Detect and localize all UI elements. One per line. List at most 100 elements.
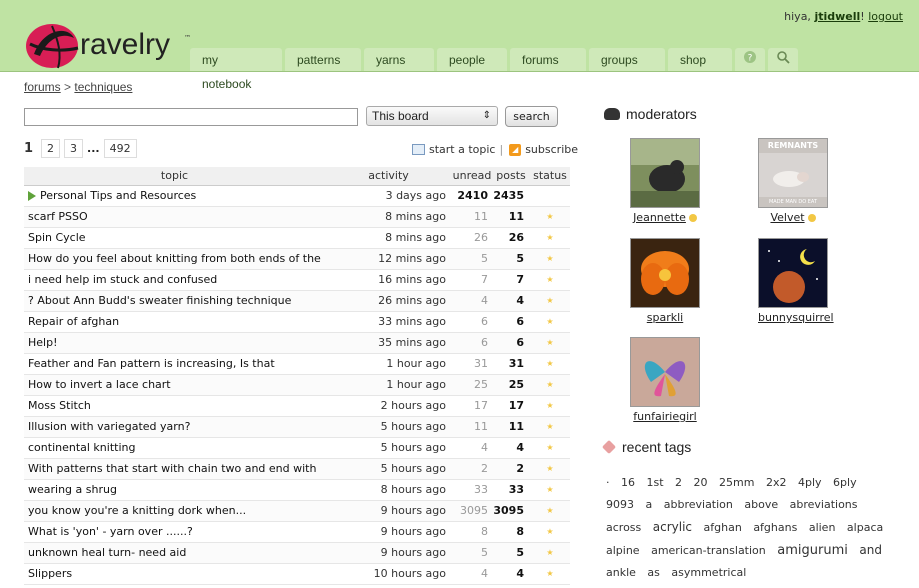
moderator-card[interactable]: funfairiegirl (630, 337, 700, 423)
topic-cell[interactable]: Illusion with variegated yarn? (24, 416, 325, 438)
tag-link[interactable]: afghans (753, 521, 797, 534)
tag-link[interactable]: above (744, 498, 778, 511)
topic-cell[interactable]: Repair of afghan (24, 311, 325, 333)
topic-cell[interactable]: Moss Stitch (24, 395, 325, 417)
tag-link[interactable]: american-translation (651, 544, 766, 557)
col-topic[interactable]: topic (24, 167, 325, 186)
topic-cell[interactable]: Slippers (24, 563, 325, 585)
topic-title-link[interactable]: Slippers (28, 567, 72, 580)
tag-link[interactable]: 25mm (719, 476, 754, 489)
unread-cell[interactable]: 26 (452, 227, 492, 249)
table-row[interactable]: How do you feel about knitting from both… (24, 248, 570, 270)
tab-shop[interactable]: shop (668, 48, 732, 72)
breadcrumb-techniques[interactable]: techniques (74, 80, 132, 94)
avatar[interactable] (630, 138, 700, 208)
help-icon[interactable]: ? (735, 48, 765, 72)
table-row[interactable]: Moss Stitch 2 hours ago 17 17 ★ (24, 395, 570, 417)
page-link[interactable]: 3 (64, 139, 84, 158)
unread-cell[interactable]: 11 (452, 416, 492, 438)
topic-title-link[interactable]: continental knitting (28, 441, 135, 454)
breadcrumb-forums[interactable]: forums (24, 80, 61, 94)
table-row[interactable]: Slippers 10 hours ago 4 4 ★ (24, 563, 570, 585)
unread-cell[interactable]: 4 (452, 290, 492, 312)
tab-my-notebook[interactable]: my notebook (190, 48, 282, 91)
moderator-card[interactable]: Jeannette (630, 138, 700, 224)
tag-link[interactable]: ankle (606, 566, 636, 579)
unread-cell[interactable]: 5 (452, 248, 492, 270)
topic-cell[interactable]: wearing a shrug (24, 479, 325, 501)
unread-cell[interactable]: 4 (452, 437, 492, 459)
topic-title-link[interactable]: ? About Ann Budd's sweater finishing tec… (28, 294, 291, 307)
tab-forums[interactable]: forums (510, 48, 586, 72)
tab-yarns[interactable]: yarns (364, 48, 434, 72)
tag-link[interactable]: alpine (606, 544, 640, 557)
topic-cell[interactable]: With patterns that start with chain two … (24, 458, 325, 480)
moderator-name-text[interactable]: funfairiegirl (633, 410, 696, 423)
table-row[interactable]: Repair of afghan 33 mins ago 6 6 ★ (24, 311, 570, 333)
tag-link[interactable]: alpaca (847, 521, 883, 534)
username-link[interactable]: jtidwell (814, 10, 860, 23)
unread-cell[interactable]: 4 (452, 563, 492, 585)
topic-title-link[interactable]: you know you're a knitting dork when... (28, 504, 246, 517)
topic-title-link[interactable]: Spin Cycle (28, 231, 86, 244)
table-row[interactable]: Spin Cycle 8 mins ago 26 26 ★ (24, 227, 570, 249)
tab-people[interactable]: people (437, 48, 507, 72)
tag-link[interactable]: 16 (621, 476, 635, 489)
search-scope-select[interactable]: This board ⇕ (366, 106, 498, 126)
ravelry-logo[interactable]: ravelry ™ (22, 20, 197, 70)
unread-cell[interactable]: 25 (452, 374, 492, 396)
tag-link[interactable]: 4ply (798, 476, 822, 489)
topic-cell[interactable]: ? About Ann Budd's sweater finishing tec… (24, 290, 325, 312)
topic-cell[interactable]: Help! (24, 332, 325, 354)
topic-cell[interactable]: What is 'yon' - yarn over ......? (24, 521, 325, 543)
unread-cell[interactable]: 6 (452, 311, 492, 333)
unread-cell[interactable]: 7 (452, 269, 492, 291)
table-row[interactable]: scarf PSSO 8 mins ago 11 11 ★ (24, 206, 570, 228)
topic-title-link[interactable]: Help! (28, 336, 58, 349)
topic-cell[interactable]: Feather and Fan pattern is increasing, I… (24, 353, 325, 375)
table-row[interactable]: wearing a shrug 8 hours ago 33 33 ★ (24, 479, 570, 501)
topic-title-link[interactable]: unknown heal turn- need aid (28, 546, 186, 559)
tab-groups[interactable]: groups (589, 48, 665, 72)
moderator-card[interactable]: REMNANTS MADE MAN DO EAT Velvet (758, 138, 828, 224)
table-row[interactable]: Personal Tips and Resources 3 days ago 241… (24, 185, 570, 207)
unread-cell[interactable]: 8 (452, 521, 492, 543)
unread-cell[interactable]: 6 (452, 332, 492, 354)
topic-title-link[interactable]: Illusion with variegated yarn? (28, 420, 190, 433)
tag-link[interactable]: afghan (704, 521, 742, 534)
tag-link[interactable]: 6ply (833, 476, 857, 489)
topic-cell[interactable]: How to invert a lace chart (24, 374, 325, 396)
logout-link[interactable]: logout (868, 10, 903, 23)
topic-title-link[interactable]: scarf PSSO (28, 210, 88, 223)
topic-cell[interactable]: How do you feel about knitting from both… (24, 248, 325, 270)
topic-title-link[interactable]: Feather and Fan pattern is increasing, I… (28, 357, 275, 370)
topic-cell[interactable]: scarf PSSO (24, 206, 325, 228)
tag-link[interactable]: and (859, 543, 882, 557)
tag-link[interactable]: as (647, 566, 659, 579)
tab-patterns[interactable]: patterns (285, 48, 361, 72)
subscribe-link[interactable]: subscribe (525, 143, 578, 156)
tag-link[interactable]: acrylic (653, 520, 692, 534)
topic-title-link[interactable]: Moss Stitch (28, 399, 91, 412)
unread-cell[interactable]: 31 (452, 353, 492, 375)
tag-link[interactable]: 9093 (606, 498, 634, 511)
topic-title-link[interactable]: With patterns that start with chain two … (28, 462, 316, 475)
moderator-name-text[interactable]: bunnysquirrel (758, 311, 834, 324)
topic-title-link[interactable]: How do you feel about knitting from both… (28, 252, 321, 265)
avatar[interactable] (630, 337, 700, 407)
table-row[interactable]: continental knitting 5 hours ago 4 4 ★ (24, 437, 570, 459)
topic-cell[interactable]: Spin Cycle (24, 227, 325, 249)
moderator-name-text[interactable]: sparkli (647, 311, 683, 324)
topic-title-link[interactable]: i need help im stuck and confused (28, 273, 217, 286)
topic-cell[interactable]: continental knitting (24, 437, 325, 459)
search-button[interactable]: search (505, 106, 558, 127)
table-row[interactable]: Feather and Fan pattern is increasing, I… (24, 353, 570, 375)
table-row[interactable]: Illusion with variegated yarn? 5 hours ag… (24, 416, 570, 438)
tag-link[interactable]: abbreviation (664, 498, 733, 511)
col-unread[interactable]: unread (452, 167, 492, 186)
unread-cell[interactable]: 3095 (452, 500, 492, 522)
tag-link[interactable]: 2x2 (766, 476, 787, 489)
tag-link[interactable]: alien (809, 521, 836, 534)
table-row[interactable]: ? About Ann Budd's sweater finishing tec… (24, 290, 570, 312)
table-row[interactable]: How to invert a lace chart 1 hour ago 25 25… (24, 374, 570, 396)
